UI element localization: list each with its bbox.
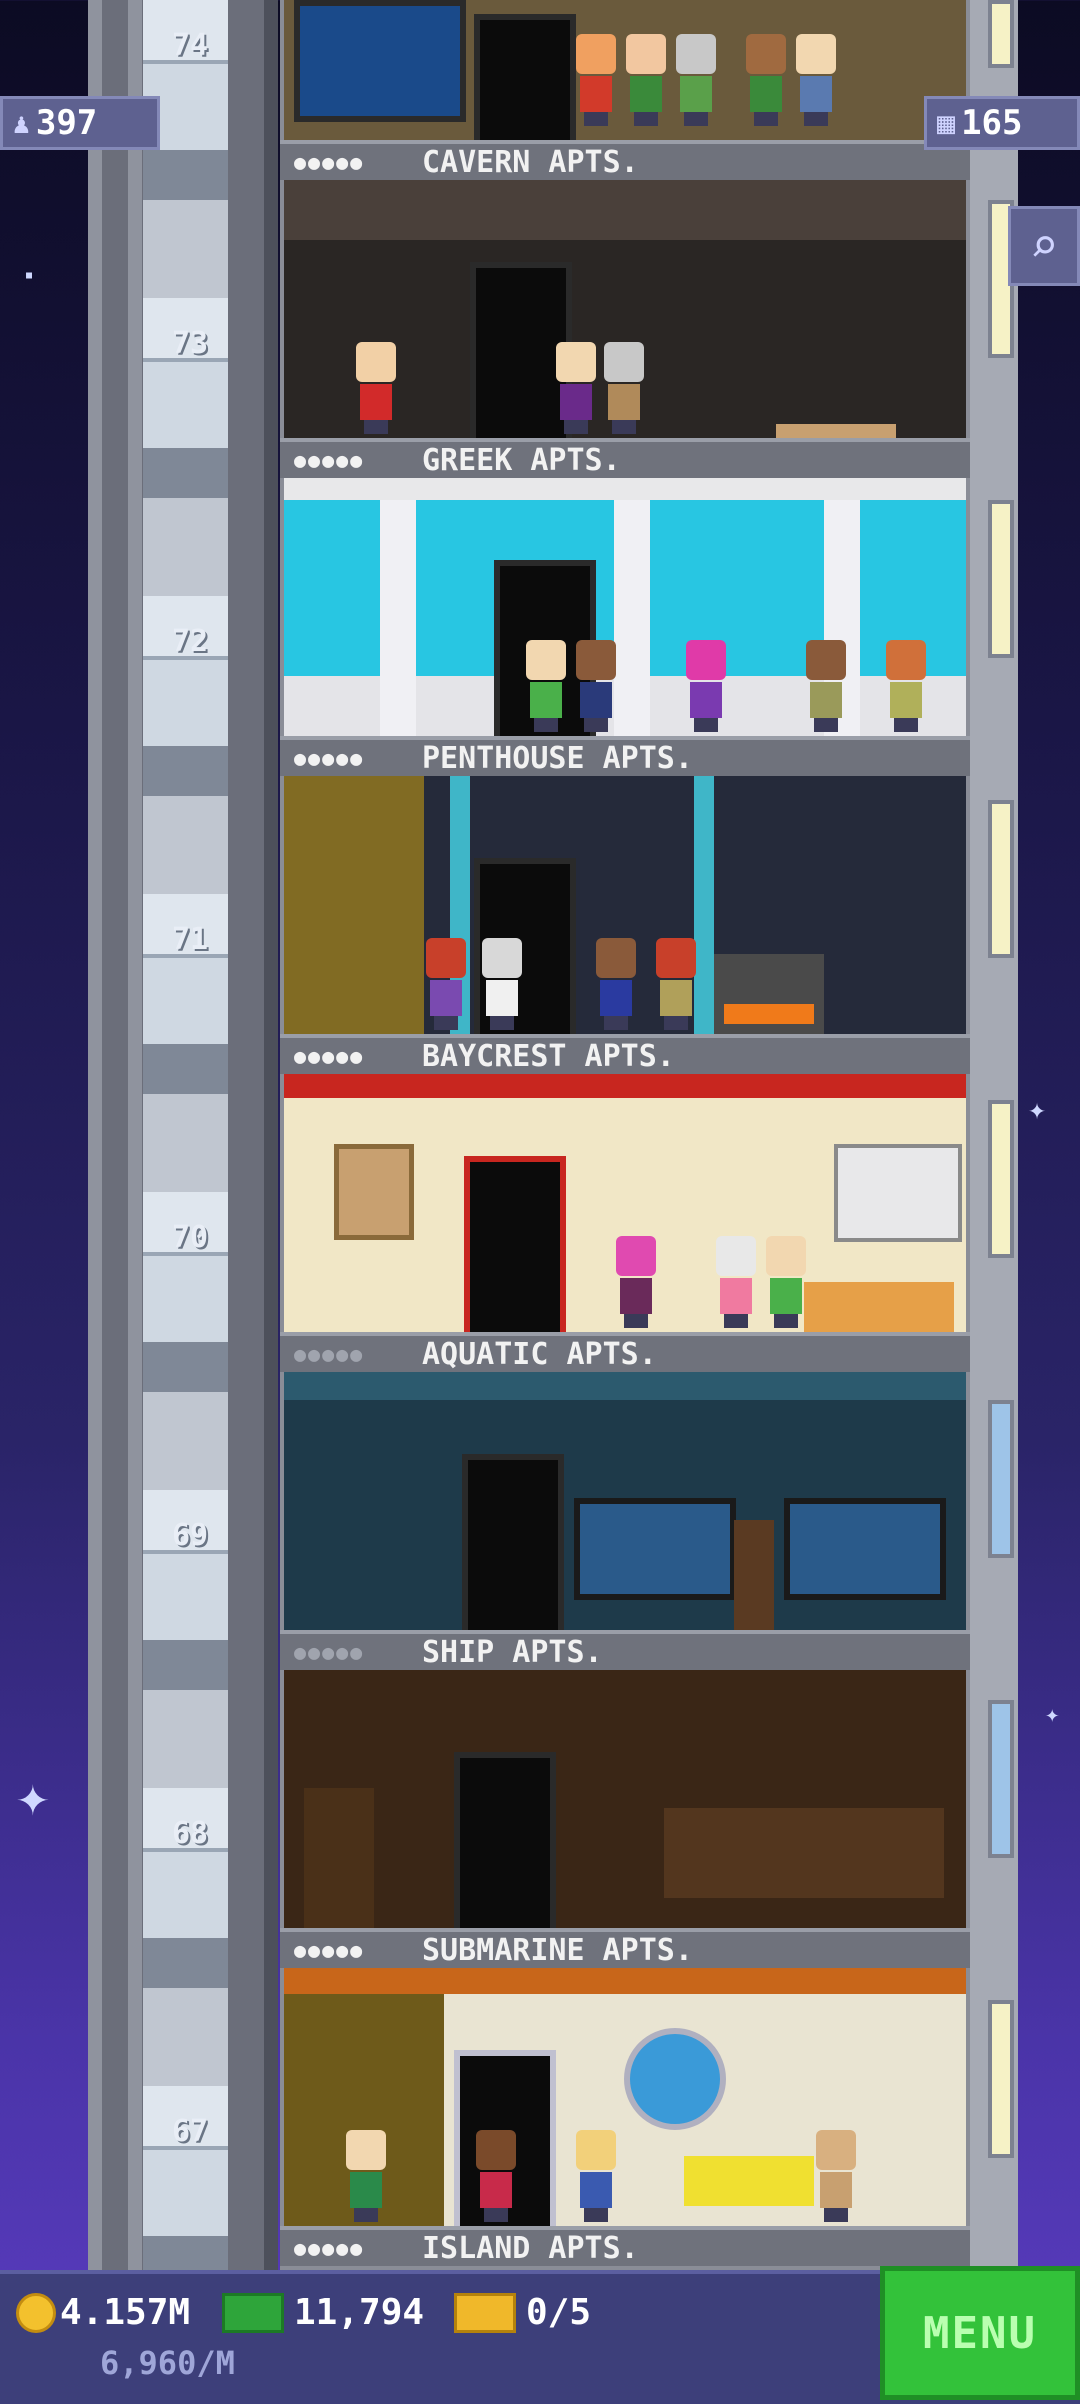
- floor-room[interactable]: ●●●●● CAVERN APTS.: [280, 140, 970, 438]
- floor-label: ●●●●● CAVERN APTS.: [280, 140, 970, 180]
- floor-label: ●●●●● BAYCREST APTS.: [280, 1034, 970, 1074]
- person-icon: ♟: [13, 106, 30, 140]
- population-count: 397: [35, 103, 98, 143]
- floor-room[interactable]: ●●●●● BAYCREST APTS.: [280, 1034, 970, 1332]
- floor-name: BAYCREST APTS.: [422, 1038, 675, 1074]
- floor-number: 72: [171, 624, 209, 659]
- star-rating-icon: ●●●●●: [294, 1938, 365, 1962]
- floor-label: ●●●●● GREEK APTS.: [280, 438, 970, 478]
- search-button[interactable]: ⌕: [1008, 206, 1080, 286]
- tower-window: [988, 1100, 1014, 1258]
- star-rating-icon: ●●●●●: [294, 2236, 365, 2260]
- greek-room: [284, 478, 966, 736]
- star-rating-icon: ●●●●●: [294, 1342, 365, 1366]
- building-icon: ▦: [937, 105, 956, 141]
- population-badge[interactable]: ♟ 397: [0, 96, 160, 150]
- aquatic-room: [284, 1372, 966, 1630]
- coin-icon: [16, 2292, 56, 2333]
- star-rating-icon: ●●●●●: [294, 1640, 365, 1664]
- floor-number: 74: [171, 28, 209, 63]
- floor-number: 70: [171, 1220, 209, 1255]
- floor-name: AQUATIC APTS.: [422, 1336, 657, 1372]
- floor-name: ISLAND APTS.: [422, 2230, 639, 2266]
- tower-window: [988, 500, 1014, 658]
- floor-number: 73: [171, 326, 209, 361]
- menu-button[interactable]: MENU: [880, 2266, 1080, 2400]
- star-rating-icon: ●●●●●: [294, 150, 365, 174]
- floor-label: ●●●●● PENTHOUSE APTS.: [280, 736, 970, 776]
- penthouse-room: [284, 776, 966, 1034]
- tower-window: [988, 0, 1014, 68]
- floor-room[interactable]: ●●●●● SHIP APTS.: [280, 1630, 970, 1928]
- tickets-value: 0/5: [526, 2292, 592, 2333]
- tower-window: [988, 800, 1014, 958]
- star-rating-icon: ●●●●●: [294, 1044, 365, 1068]
- floor-room[interactable]: ●●●●● GREEK APTS.: [280, 438, 970, 736]
- floor-label: ●●●●● ISLAND APTS.: [280, 2226, 970, 2266]
- floor-label: ●●●●● SHIP APTS.: [280, 1630, 970, 1670]
- floor-room[interactable]: ●●●●● PENTHOUSE APTS.: [280, 736, 970, 1034]
- floors-count: 165: [961, 103, 1023, 143]
- floor-name: PENTHOUSE APTS.: [422, 740, 693, 776]
- star-decoration: ✦: [1045, 1700, 1060, 1728]
- tower-window: [988, 1700, 1014, 1858]
- floor-74-room[interactable]: [280, 0, 970, 140]
- coins-display[interactable]: 4.157M: [16, 2292, 190, 2333]
- magnifier-icon: ⌕: [1029, 218, 1059, 274]
- floor-label: ●●●●● AQUATIC APTS.: [280, 1332, 970, 1372]
- floor-name: SHIP APTS.: [422, 1634, 603, 1670]
- star-decoration: ✦: [1028, 1092, 1047, 1127]
- cavern-room: [284, 180, 966, 438]
- floor-name: SUBMARINE APTS.: [422, 1932, 693, 1968]
- coins-value: 4.157M: [60, 2292, 191, 2333]
- floor-room[interactable]: ●●●●● AQUATIC APTS.: [280, 1332, 970, 1630]
- bux-icon: [222, 2292, 284, 2333]
- submarine-room: [284, 1968, 966, 2226]
- star-decoration: ■: [26, 270, 33, 281]
- tower-window: [988, 1400, 1014, 1558]
- floor-name: CAVERN APTS.: [422, 144, 639, 180]
- ship-room: [284, 1670, 966, 1928]
- tickets-display[interactable]: 0/5: [454, 2292, 591, 2333]
- floors-badge[interactable]: ▦ 165: [924, 96, 1080, 150]
- floor-room[interactable]: ●●●●● ISLAND APTS.: [280, 2226, 970, 2270]
- floor-number: 68: [171, 1816, 209, 1851]
- floor-number: 71: [171, 922, 209, 957]
- floor-name: GREEK APTS.: [422, 442, 621, 478]
- bux-display[interactable]: 11,794: [222, 2292, 424, 2333]
- tower-window: [988, 2000, 1014, 2158]
- baycrest-room: [284, 1074, 966, 1332]
- coins-rate: 6,960/M: [100, 2344, 235, 2382]
- floor-number: 67: [171, 2114, 209, 2149]
- floor-number: 69: [171, 1518, 209, 1553]
- ticket-icon: [454, 2292, 516, 2333]
- floor-room[interactable]: ●●●●● SUBMARINE APTS.: [280, 1928, 970, 2226]
- bux-value: 11,794: [294, 2292, 425, 2333]
- star-rating-icon: ●●●●●: [294, 746, 365, 770]
- star-decoration: ✦: [16, 1764, 50, 1829]
- floor-label: ●●●●● SUBMARINE APTS.: [280, 1928, 970, 1968]
- star-rating-icon: ●●●●●: [294, 448, 365, 472]
